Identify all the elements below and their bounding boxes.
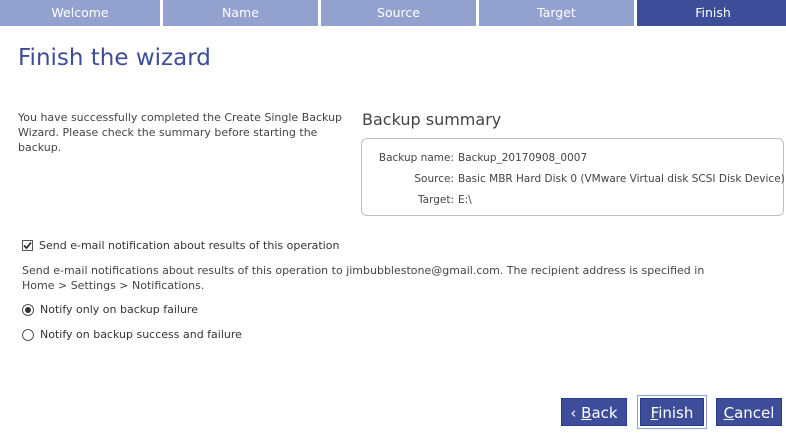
- step-target: Target: [479, 0, 634, 26]
- back-label-rest: ack: [591, 404, 618, 422]
- checkbox-box[interactable]: [22, 240, 33, 251]
- summary-value: Backup_20170908_0007: [458, 152, 588, 164]
- summary-row-target: Target: E:\: [362, 193, 472, 207]
- summary-row-backup-name: Backup name: Backup_20170908_0007: [362, 151, 587, 165]
- back-mnemonic: B: [581, 404, 592, 422]
- radio-button-selected[interactable]: [22, 303, 34, 316]
- finish-button[interactable]: Finish: [637, 395, 707, 429]
- cancel-mnemonic: C: [723, 404, 735, 422]
- back-button[interactable]: ‹ Back: [561, 398, 627, 426]
- summary-label: Backup name:: [378, 152, 454, 164]
- step-name: Name: [163, 0, 318, 26]
- summary-label: Target:: [417, 194, 454, 206]
- step-source: Source: [321, 0, 476, 26]
- checkbox-label: Send e-mail notification about results o…: [39, 239, 340, 252]
- radio-label: Notify only on backup failure: [40, 303, 198, 316]
- summary-row-source: Source: Basic MBR Hard Disk 0 (VMware Vir…: [362, 172, 785, 186]
- summary-heading: Backup summary: [362, 110, 502, 129]
- summary-value: E:\: [458, 194, 472, 206]
- summary-value: Basic MBR Hard Disk 0 (VMware Virtual di…: [458, 173, 785, 185]
- email-notification-checkbox[interactable]: Send e-mail notification about results o…: [22, 239, 339, 252]
- cancel-label-rest: ancel: [734, 404, 775, 422]
- radio-notify-failure[interactable]: Notify only on backup failure: [22, 303, 198, 316]
- intro-text: You have successfully completed the Crea…: [18, 111, 343, 154]
- back-chevron: ‹: [570, 404, 582, 422]
- radio-label: Notify on backup success and failure: [40, 328, 242, 341]
- wizard-steps: Welcome Name Source Target Finish: [0, 0, 786, 26]
- step-finish: Finish: [637, 0, 786, 26]
- radio-notify-success-failure[interactable]: Notify on backup success and failure: [22, 328, 242, 341]
- step-welcome: Welcome: [0, 0, 160, 26]
- summary-box: Backup name: Backup_20170908_0007 Source:…: [361, 138, 785, 216]
- email-description: Send e-mail notifications about results …: [22, 264, 705, 292]
- checkmark-icon: [23, 241, 32, 250]
- radio-button[interactable]: [22, 328, 34, 341]
- finish-label-rest: inish: [658, 404, 694, 422]
- cancel-button[interactable]: Cancel: [716, 398, 782, 426]
- page-title: Finish the wizard: [18, 45, 211, 71]
- summary-label: Source:: [414, 173, 454, 185]
